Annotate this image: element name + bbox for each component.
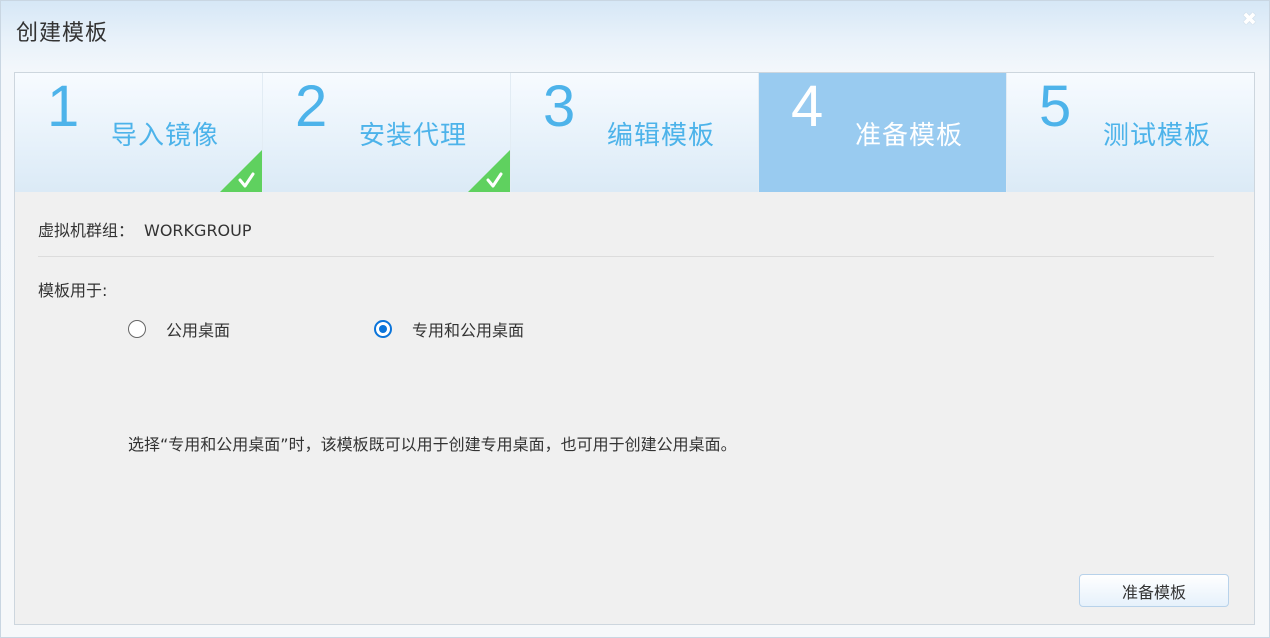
step-label: 安装代理 [359, 121, 468, 151]
create-template-dialog: 创建模板 ✖ 1 导入镜像 2 安装代理 3 编辑模板 4 准备模板 5 测试模… [0, 0, 1270, 638]
radio-button[interactable] [128, 320, 146, 338]
step-number: 4 [791, 74, 824, 139]
step-number: 1 [47, 74, 80, 139]
checkmark-icon [468, 150, 510, 192]
wizard-panel: 1 导入镜像 2 安装代理 3 编辑模板 4 准备模板 5 测试模板 虚拟机群组… [14, 72, 1255, 625]
vm-group-label: 虚拟机群组： [38, 221, 135, 240]
checkmark-icon [220, 150, 262, 192]
divider [38, 256, 1214, 257]
step-number: 5 [1039, 74, 1072, 139]
template-use-label: 模板用于: [38, 281, 108, 300]
step-edit-template[interactable]: 3 编辑模板 [511, 73, 759, 192]
dialog-title: 创建模板 [16, 21, 109, 46]
step-label: 测试模板 [1103, 121, 1212, 151]
step-number: 2 [295, 74, 328, 139]
wizard-steps: 1 导入镜像 2 安装代理 3 编辑模板 4 准备模板 5 测试模板 [15, 73, 1254, 192]
radio-button[interactable] [374, 320, 392, 338]
radio-private-and-public-desktop[interactable]: 专用和公用桌面 [374, 317, 524, 341]
step-number: 3 [543, 74, 576, 139]
step-label: 准备模板 [855, 121, 964, 151]
radio-label: 专用和公用桌面 [412, 321, 525, 340]
step-label: 导入镜像 [111, 121, 220, 151]
step-test-template[interactable]: 5 测试模板 [1007, 73, 1254, 192]
radio-label: 公用桌面 [166, 321, 231, 340]
step-prepare-template[interactable]: 4 准备模板 [759, 73, 1007, 192]
vm-group-value: WORKGROUP [144, 221, 252, 240]
step-install-agent[interactable]: 2 安装代理 [263, 73, 511, 192]
close-icon[interactable]: ✖ [1242, 11, 1257, 29]
radio-public-desktop[interactable]: 公用桌面 [128, 317, 230, 341]
prepare-template-button[interactable]: 准备模板 [1079, 574, 1229, 607]
step-label: 编辑模板 [607, 121, 716, 151]
step-import-image[interactable]: 1 导入镜像 [15, 73, 263, 192]
vm-group-row: 虚拟机群组： WORKGROUP [38, 217, 252, 241]
info-note: 选择“专用和公用桌面”时，该模板既可以用于创建专用桌面，也可用于创建公用桌面。 [128, 435, 737, 454]
